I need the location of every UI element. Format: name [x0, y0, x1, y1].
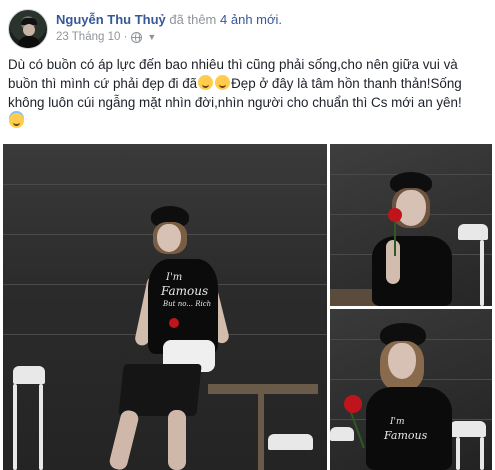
- smiling-emoji-icon: [215, 75, 231, 90]
- post-text-line: không luôn cúi ngẫng mặt nhìn đời,nhìn n…: [8, 95, 462, 110]
- person-leg: [108, 408, 140, 470]
- chair: [268, 434, 313, 450]
- rose: [169, 318, 179, 328]
- shirt-print: Famous: [161, 284, 209, 298]
- post-meta: 23 Tháng 10 · ▼: [56, 31, 156, 43]
- author-avatar[interactable]: [8, 9, 48, 49]
- halo-emoji-icon: [9, 113, 24, 128]
- globe-icon[interactable]: [131, 31, 143, 43]
- post-text-line-4: [8, 112, 488, 131]
- person-face: [396, 190, 426, 226]
- chair: [13, 366, 45, 384]
- author-name[interactable]: Nguyễn Thu Thuỷ: [56, 12, 166, 27]
- chair-leg: [13, 384, 17, 470]
- photo-bottom-right[interactable]: I'm Famous: [330, 309, 492, 470]
- chair: [330, 427, 354, 441]
- shirt-print: Famous: [384, 429, 428, 442]
- skirt: [118, 364, 202, 416]
- person-shirt: [372, 236, 452, 306]
- chair-leg: [480, 437, 484, 470]
- post-text-line-2: buồn thì mình cứ phải đẹp đi đã Đẹp ở đây…: [8, 74, 488, 93]
- person-face: [388, 343, 416, 379]
- post-header: Nguyễn Thu Thuỷ đã thêm 4 ảnh mới.: [56, 11, 282, 29]
- person-face: [157, 224, 181, 252]
- post-timestamp[interactable]: 23 Tháng 10 ·: [56, 31, 127, 43]
- shirt-print: But no... Rich: [163, 300, 212, 308]
- person-arm: [386, 240, 400, 284]
- post-text: Dù có buồn có áp lực đến bao nhiêu thì c…: [8, 55, 488, 131]
- person-leg: [168, 410, 186, 470]
- avatar-face: [23, 24, 35, 36]
- post-text-fragment-2: Đẹp ở đây là tâm hồn thanh thản!Sống: [231, 76, 462, 91]
- rose: [388, 208, 402, 222]
- winking-tongue-emoji-icon: [198, 75, 214, 90]
- shirt-print: I'm: [166, 272, 183, 283]
- chair-leg: [480, 240, 484, 306]
- table-leg: [258, 394, 264, 470]
- photo-top-right[interactable]: [330, 144, 492, 306]
- shirt-print: I'm: [390, 417, 405, 427]
- photo-main[interactable]: I'm Famous But no... Rich: [3, 144, 327, 470]
- post-text-fragment: buồn thì mình cứ phải đẹp đi đã: [8, 76, 198, 91]
- photo-grid: I'm Famous But no... Rich I'm Famous: [0, 144, 495, 470]
- facebook-post: Nguyễn Thu Thuỷ đã thêm 4 ảnh mới. 23 Th…: [0, 0, 495, 470]
- chair-leg: [456, 437, 460, 470]
- chair-leg: [39, 384, 43, 470]
- post-text-line: Dù có buồn có áp lực đến bao nhiêu thì c…: [8, 57, 458, 72]
- avatar-body: [18, 36, 40, 48]
- chair: [450, 421, 486, 437]
- chair: [458, 224, 488, 240]
- table: [208, 384, 318, 394]
- photo-count-link[interactable]: 4 ảnh mới.: [220, 12, 282, 27]
- action-text: đã thêm: [169, 12, 217, 27]
- wall-line: [3, 184, 327, 185]
- chevron-down-icon[interactable]: ▼: [147, 32, 156, 42]
- rose-stem: [394, 216, 396, 256]
- rose: [344, 395, 362, 413]
